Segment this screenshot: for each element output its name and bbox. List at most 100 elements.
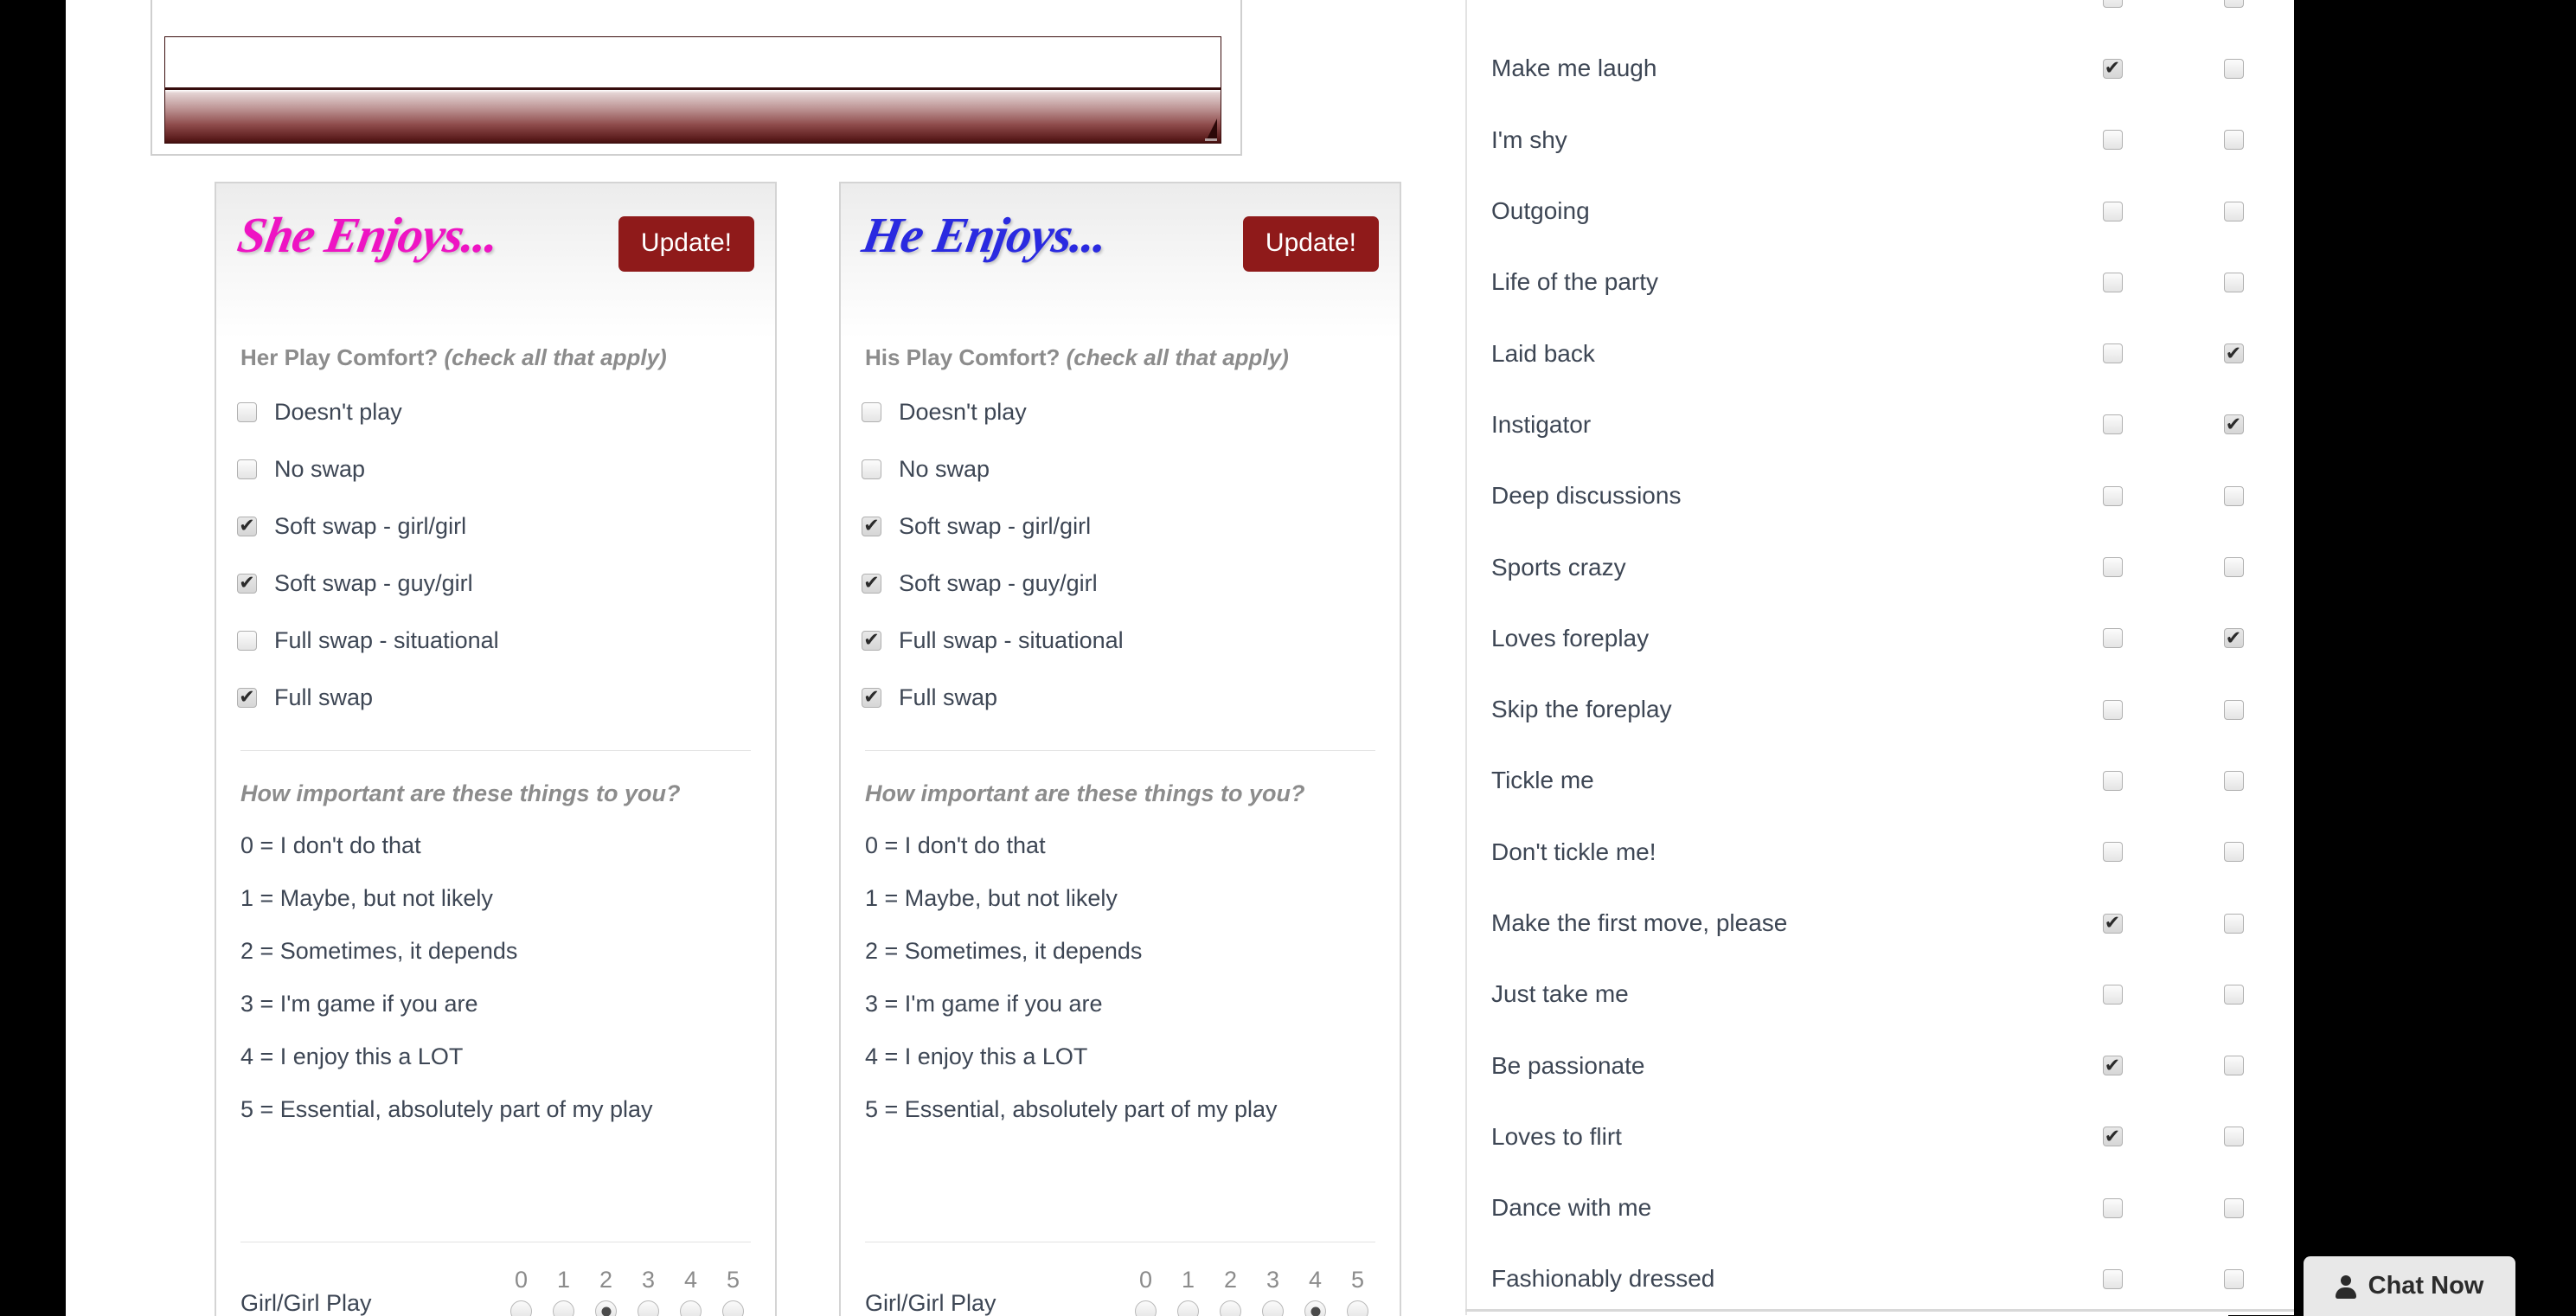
checkbox-icon[interactable] bbox=[862, 516, 881, 536]
table-row[interactable]: Life of the party bbox=[1467, 247, 2294, 318]
checkbox-icon[interactable] bbox=[2102, 272, 2123, 292]
radio-icon[interactable] bbox=[595, 1300, 617, 1316]
table-row[interactable]: Tickle me bbox=[1467, 745, 2294, 816]
table-row[interactable]: I'm shy bbox=[1467, 105, 2294, 176]
checkbox-icon[interactable] bbox=[2102, 343, 2123, 364]
radio-icon[interactable] bbox=[1347, 1300, 1368, 1316]
checkbox-icon[interactable] bbox=[2102, 913, 2123, 934]
table-row[interactable]: Outgoing bbox=[1467, 176, 2294, 247]
list-item[interactable]: Doesn't play bbox=[237, 383, 754, 440]
rating-option[interactable]: 3 bbox=[627, 1268, 670, 1316]
radio-icon[interactable] bbox=[1220, 1300, 1241, 1316]
table-row[interactable]: Make me laugh bbox=[1467, 33, 2294, 104]
table-row[interactable]: Skip the foreplay bbox=[1467, 674, 2294, 745]
radio-icon[interactable] bbox=[1262, 1300, 1284, 1316]
she-update-button[interactable]: Update! bbox=[618, 216, 754, 272]
table-row[interactable] bbox=[1467, 0, 2294, 33]
table-row[interactable]: Just take me bbox=[1467, 959, 2294, 1030]
checkbox-icon[interactable] bbox=[2102, 58, 2123, 79]
list-item[interactable]: Soft swap - girl/girl bbox=[862, 498, 1379, 555]
checkbox-icon[interactable] bbox=[2223, 58, 2244, 79]
table-row[interactable]: Fashionably dressed bbox=[1467, 1243, 2294, 1314]
checkbox-icon[interactable] bbox=[2102, 130, 2123, 151]
radio-icon[interactable] bbox=[510, 1300, 532, 1316]
checkbox-icon[interactable] bbox=[2102, 1127, 2123, 1147]
checkbox-icon[interactable] bbox=[2102, 1268, 2123, 1289]
radio-icon[interactable] bbox=[680, 1300, 702, 1316]
checkbox-icon[interactable] bbox=[862, 687, 881, 708]
checkbox-icon[interactable] bbox=[862, 401, 881, 422]
table-row[interactable]: Don't tickle me! bbox=[1467, 817, 2294, 888]
checkbox-icon[interactable] bbox=[2223, 272, 2244, 292]
checkbox-icon[interactable] bbox=[2102, 557, 2123, 578]
checkbox-icon[interactable] bbox=[237, 630, 257, 651]
table-row[interactable]: Loves foreplay bbox=[1467, 603, 2294, 674]
list-item[interactable]: Soft swap - girl/girl bbox=[237, 498, 754, 555]
checkbox-icon[interactable] bbox=[2223, 770, 2244, 791]
resize-handle-icon[interactable] bbox=[1207, 119, 1217, 139]
rating-option[interactable]: 0 bbox=[500, 1268, 542, 1316]
checkbox-icon[interactable] bbox=[237, 516, 257, 536]
checkbox-icon[interactable] bbox=[2102, 628, 2123, 649]
radio-icon[interactable] bbox=[1177, 1300, 1199, 1316]
rating-option[interactable]: 0 bbox=[1125, 1268, 1167, 1316]
table-row[interactable]: Be passionate bbox=[1467, 1030, 2294, 1101]
list-item[interactable]: Full swap bbox=[862, 669, 1379, 726]
checkbox-icon[interactable] bbox=[2223, 628, 2244, 649]
list-item[interactable]: No swap bbox=[862, 440, 1379, 498]
checkbox-icon[interactable] bbox=[2223, 414, 2244, 435]
checkbox-icon[interactable] bbox=[2102, 201, 2123, 221]
radio-icon[interactable] bbox=[638, 1300, 659, 1316]
checkbox-icon[interactable] bbox=[2102, 770, 2123, 791]
checkbox-icon[interactable] bbox=[2223, 485, 2244, 506]
checkbox-icon[interactable] bbox=[2223, 1197, 2244, 1218]
radio-icon[interactable] bbox=[1135, 1300, 1157, 1316]
table-row[interactable]: Laid back bbox=[1467, 318, 2294, 388]
checkbox-icon[interactable] bbox=[2102, 699, 2123, 720]
checkbox-icon[interactable] bbox=[2102, 984, 2123, 1005]
table-row[interactable]: Make the first move, please bbox=[1467, 888, 2294, 959]
rating-option[interactable]: 3 bbox=[1252, 1268, 1294, 1316]
list-item[interactable]: Full swap bbox=[237, 669, 754, 726]
checkbox-icon[interactable] bbox=[2223, 201, 2244, 221]
checkbox-icon[interactable] bbox=[237, 573, 257, 594]
checkbox-icon[interactable] bbox=[2223, 913, 2244, 934]
notes-textarea[interactable] bbox=[164, 36, 1221, 144]
table-row[interactable]: Dance with me bbox=[1467, 1172, 2294, 1243]
he-update-button[interactable]: Update! bbox=[1242, 216, 1379, 272]
table-row[interactable]: Sports crazy bbox=[1467, 531, 2294, 602]
table-row[interactable]: Loves to flirt bbox=[1467, 1101, 2294, 1172]
checkbox-icon[interactable] bbox=[237, 687, 257, 708]
rating-option[interactable]: 5 bbox=[1336, 1268, 1379, 1316]
checkbox-icon[interactable] bbox=[2223, 842, 2244, 863]
list-item[interactable]: Soft swap - guy/girl bbox=[237, 555, 754, 612]
checkbox-icon[interactable] bbox=[2102, 1197, 2123, 1218]
radio-icon[interactable] bbox=[1304, 1300, 1326, 1316]
rating-option[interactable]: 1 bbox=[1167, 1268, 1209, 1316]
list-item[interactable]: Full swap - situational bbox=[237, 612, 754, 669]
checkbox-icon[interactable] bbox=[2223, 699, 2244, 720]
rating-option[interactable]: 4 bbox=[1294, 1268, 1336, 1316]
checkbox-icon[interactable] bbox=[2223, 130, 2244, 151]
rating-option[interactable]: 4 bbox=[670, 1268, 712, 1316]
rating-option[interactable]: 2 bbox=[585, 1268, 627, 1316]
radio-icon[interactable] bbox=[553, 1300, 574, 1316]
list-item[interactable]: Doesn't play bbox=[862, 383, 1379, 440]
checkbox-icon[interactable] bbox=[2223, 1056, 2244, 1076]
checkbox-icon[interactable] bbox=[2102, 485, 2123, 506]
table-row[interactable]: Deep discussions bbox=[1467, 460, 2294, 531]
checkbox-icon[interactable] bbox=[2102, 1056, 2123, 1076]
checkbox-icon[interactable] bbox=[862, 459, 881, 479]
table-row[interactable]: Instigator bbox=[1467, 389, 2294, 460]
checkbox-icon[interactable] bbox=[862, 630, 881, 651]
rating-option[interactable]: 1 bbox=[542, 1268, 585, 1316]
checkbox-icon[interactable] bbox=[862, 573, 881, 594]
checkbox-icon[interactable] bbox=[2223, 1268, 2244, 1289]
chat-now-button[interactable]: Chat Now bbox=[2304, 1256, 2515, 1316]
list-item[interactable]: No swap bbox=[237, 440, 754, 498]
checkbox-icon[interactable] bbox=[2223, 984, 2244, 1005]
checkbox-icon[interactable] bbox=[2223, 1127, 2244, 1147]
checkbox-icon[interactable] bbox=[2223, 557, 2244, 578]
checkbox-icon[interactable] bbox=[2223, 343, 2244, 364]
list-item[interactable]: Soft swap - guy/girl bbox=[862, 555, 1379, 612]
